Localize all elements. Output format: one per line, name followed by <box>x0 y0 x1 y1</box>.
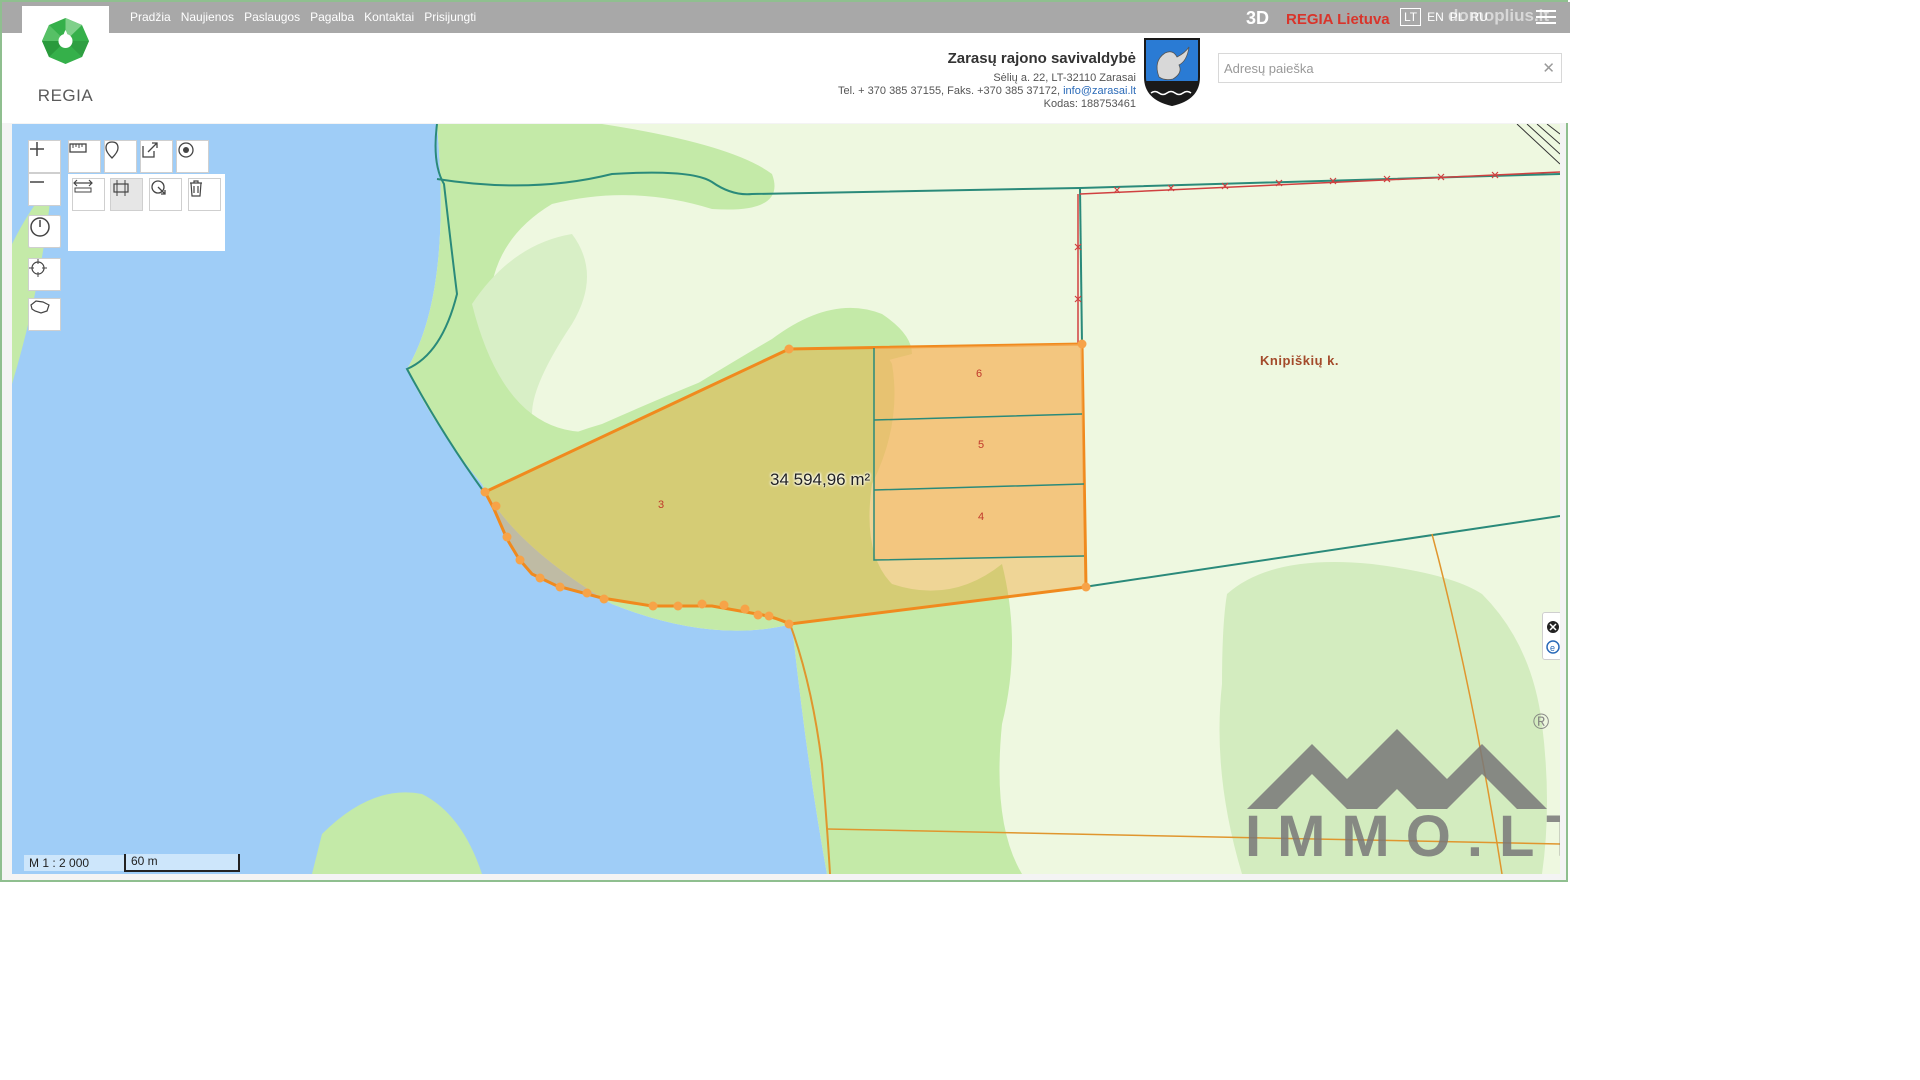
svg-text:e: e <box>1550 643 1555 653</box>
domoplius-watermark: domoplius.lt <box>1448 6 1550 25</box>
share-button[interactable] <box>140 140 173 173</box>
regia-logo[interactable]: REGIA <box>22 6 109 116</box>
side-widget: e <box>1542 612 1560 660</box>
delete-button[interactable] <box>188 178 221 211</box>
municipality-email[interactable]: info@zarasai.lt <box>1063 85 1136 97</box>
map-canvas[interactable]: 6 5 4 3 34 594,96 m² Knipiškių k. e ® IM… <box>12 124 1560 874</box>
measure-distance-button[interactable] <box>72 178 105 211</box>
locate-button[interactable] <box>28 258 61 291</box>
nav-login[interactable]: Prisijungti <box>424 10 476 24</box>
close-icon[interactable]: ✕ <box>1542 59 1555 77</box>
plus-icon <box>30 142 44 156</box>
island-forest <box>312 792 482 874</box>
nav-contacts[interactable]: Kontaktai <box>364 10 414 24</box>
logo-text: REGIA <box>37 86 94 105</box>
power-clock-icon <box>30 217 50 237</box>
lang-en[interactable]: EN <box>1427 10 1444 24</box>
address-search-input[interactable] <box>1219 54 1529 82</box>
plot-number-5: 5 <box>978 439 985 451</box>
municipality-name: Zarasų rajono savivaldybė <box>947 50 1136 67</box>
scale-bar: M 1 : 2 000 60 m <box>24 854 240 872</box>
main-nav: Pradžia Naujienos Paslaugos Pagalba Kont… <box>130 10 476 24</box>
lang-lt[interactable]: LT <box>1400 8 1422 26</box>
address-search: ✕ <box>1218 53 1562 83</box>
measure-tool-button[interactable] <box>68 140 101 173</box>
lithuania-map-icon <box>30 300 50 314</box>
plot-number-6: 6 <box>976 368 983 380</box>
history-button[interactable] <box>28 215 61 248</box>
area-select-icon <box>151 180 166 195</box>
measure-area-button[interactable] <box>110 178 143 211</box>
municipality-address: Sėlių a. 22, LT-32110 Zarasai <box>993 72 1136 84</box>
side-widget-icons: e <box>1546 621 1560 654</box>
hamburger-menu-icon[interactable] <box>1536 10 1556 26</box>
nav-news[interactable]: Naujienos <box>181 10 234 24</box>
phone-text: Tel. + 370 385 37155, Faks. +370 385 371… <box>838 85 1061 97</box>
immo-text: IMMO.LT <box>1245 804 1560 869</box>
scale-distance: 60 m <box>124 854 240 872</box>
regia-lietuva-link[interactable]: REGIA Lietuva <box>1286 11 1390 28</box>
nav-services[interactable]: Paslaugos <box>244 10 300 24</box>
zoom-in-button[interactable] <box>28 140 61 173</box>
target-icon <box>178 142 194 158</box>
share-icon <box>142 142 158 158</box>
nav-home[interactable]: Pradžia <box>130 10 171 24</box>
measured-area-label: 34 594,96 m² <box>770 470 871 489</box>
measure-distance-icon <box>73 179 93 193</box>
scale-ratio: M 1 : 2 000 <box>24 855 124 871</box>
nav-help[interactable]: Pagalba <box>310 10 354 24</box>
plot-number-3: 3 <box>658 499 665 511</box>
crosshair-icon <box>29 259 47 277</box>
municipality-info: Zarasų rajono savivaldybė Sėlių a. 22, L… <box>838 50 1136 111</box>
lithuania-extent-button[interactable] <box>28 298 61 331</box>
measure-area-icon <box>113 180 129 196</box>
map-pin-icon <box>105 141 119 159</box>
minus-icon <box>30 181 44 183</box>
registered-mark: ® <box>1533 709 1550 734</box>
3d-mode-button[interactable]: 3D <box>1246 8 1269 29</box>
top-bar: Pradžia Naujienos Paslaugos Pagalba Kont… <box>2 2 1570 33</box>
select-area-button[interactable] <box>149 178 182 211</box>
marker-button[interactable] <box>104 140 137 173</box>
municipality-code: Kodas: 188753461 <box>1043 98 1136 110</box>
coat-of-arms-icon <box>1144 38 1200 107</box>
zoom-out-button[interactable] <box>28 173 61 206</box>
immo-watermark: ® IMMO.LT <box>1237 709 1560 874</box>
plot-number-4: 4 <box>978 511 985 523</box>
village-label: Knipiškių k. <box>1260 353 1339 368</box>
target-button[interactable] <box>176 140 209 173</box>
ruler-icon <box>69 143 87 153</box>
trash-icon <box>190 180 202 197</box>
app-window: Pradžia Naujienos Paslaugos Pagalba Kont… <box>0 0 1570 882</box>
municipality-phone: Tel. + 370 385 37155, Faks. +370 385 371… <box>838 85 1136 98</box>
regia-logo-icon <box>42 18 89 64</box>
